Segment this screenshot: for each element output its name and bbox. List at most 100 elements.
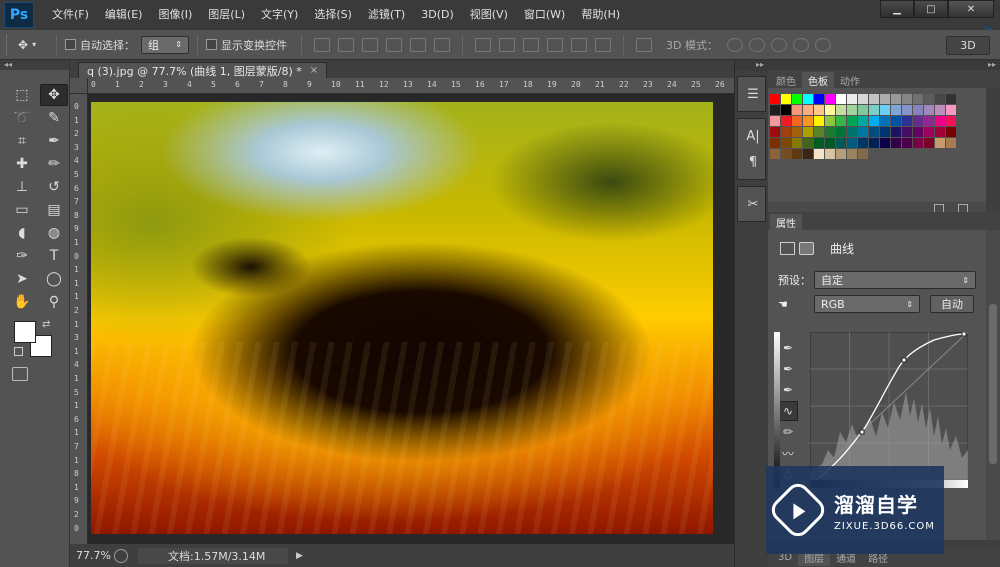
color-swatch[interactable] — [814, 105, 824, 115]
foreground-color[interactable] — [14, 321, 36, 343]
color-swatch[interactable] — [891, 105, 901, 115]
color-swatch[interactable] — [913, 127, 923, 137]
dodge-tool-icon[interactable]: ◍ — [40, 222, 68, 244]
color-swatch[interactable] — [847, 116, 857, 126]
brush-tool-icon[interactable]: ✏ — [40, 153, 68, 175]
color-swatch[interactable] — [836, 149, 846, 159]
color-swatch[interactable] — [847, 149, 857, 159]
auto-select-dropdown[interactable]: 组 ⇕ — [141, 35, 189, 54]
zoom-level[interactable]: 77.7% — [70, 549, 114, 562]
vertical-ruler[interactable]: 01234567891011121314151617181920 — [70, 94, 88, 544]
color-swatch[interactable] — [891, 127, 901, 137]
history-panel-icon[interactable]: ☰ — [738, 83, 768, 105]
hand-tool-icon[interactable]: ✋ — [8, 291, 36, 313]
color-swatch[interactable] — [869, 127, 879, 137]
menu-item[interactable]: 视图(V) — [462, 0, 516, 30]
color-swatch[interactable] — [803, 138, 813, 148]
crop-tool-icon[interactable]: ⌗ — [8, 130, 36, 152]
color-swatch[interactable] — [880, 127, 890, 137]
color-swatch[interactable] — [869, 138, 879, 148]
color-swatch[interactable] — [935, 94, 945, 104]
color-swatch[interactable] — [814, 149, 824, 159]
distribute-bottom-icon[interactable] — [523, 37, 539, 52]
gray-point-eyedropper-icon[interactable]: ✒ — [778, 359, 798, 379]
channel-dropdown[interactable]: RGB ⇕ — [814, 295, 920, 313]
color-swatch[interactable] — [869, 94, 879, 104]
distribute-top-icon[interactable] — [475, 37, 491, 52]
color-swatch[interactable] — [946, 116, 956, 126]
clone-stamp-tool-icon[interactable]: ⊥ — [8, 176, 36, 198]
type-tool-icon[interactable]: T — [40, 245, 68, 267]
maximize-button[interactable]: □ — [914, 0, 948, 18]
menu-item[interactable]: 编辑(E) — [97, 0, 151, 30]
tool-preset-picker[interactable]: ✥ ▾ — [18, 35, 48, 55]
smooth-curve-icon[interactable]: 〰 — [778, 443, 798, 463]
pen-tool-icon[interactable]: ✑ — [8, 245, 36, 267]
color-swatch[interactable] — [847, 127, 857, 137]
color-swatch[interactable] — [803, 116, 813, 126]
color-swatch[interactable] — [902, 105, 912, 115]
color-swatch[interactable] — [792, 138, 802, 148]
color-swatch[interactable] — [781, 138, 791, 148]
preset-dropdown[interactable]: 自定 ⇕ — [814, 271, 976, 289]
color-swatch[interactable] — [891, 138, 901, 148]
color-swatch[interactable] — [924, 138, 934, 148]
toolbox-collapse-button[interactable]: ◂◂ — [0, 60, 69, 70]
black-point-eyedropper-icon[interactable]: ✒ — [778, 338, 798, 358]
color-swatch[interactable] — [814, 138, 824, 148]
color-swatch[interactable] — [924, 94, 934, 104]
menu-item[interactable]: 图层(L) — [200, 0, 253, 30]
slide-3d-icon[interactable] — [792, 37, 809, 52]
curves-graph[interactable] — [809, 331, 969, 488]
color-swatch[interactable] — [814, 116, 824, 126]
menu-item[interactable]: 文件(F) — [44, 0, 97, 30]
color-swatch[interactable] — [880, 138, 890, 148]
auto-button[interactable]: 自动 — [930, 295, 974, 313]
color-swatch[interactable] — [836, 127, 846, 137]
auto-select-checkbox[interactable] — [65, 39, 76, 50]
white-point-eyedropper-icon[interactable]: ✒ — [778, 380, 798, 400]
color-swatch[interactable] — [836, 138, 846, 148]
tab-properties[interactable]: 属性 — [770, 214, 802, 230]
scrollbar-thumb[interactable] — [989, 304, 997, 464]
menu-item[interactable]: 3D(D) — [413, 0, 462, 30]
align-bottom-icon[interactable] — [362, 37, 378, 52]
color-swatch[interactable] — [792, 105, 802, 115]
color-swatch[interactable] — [913, 105, 923, 115]
menu-item[interactable]: 窗口(W) — [516, 0, 573, 30]
move-tool-icon[interactable]: ✥ — [40, 84, 68, 106]
color-swatch[interactable] — [858, 116, 868, 126]
color-swatch[interactable] — [902, 116, 912, 126]
gradient-tool-icon[interactable]: ▤ — [40, 199, 68, 221]
ellipse-tool-icon[interactable]: ◯ — [40, 268, 68, 290]
tool-presets-icon[interactable]: ✂ — [738, 193, 768, 215]
zoom-tool-icon[interactable]: ⚲ — [40, 291, 68, 313]
color-swatch[interactable] — [913, 138, 923, 148]
color-swatch[interactable] — [935, 127, 945, 137]
align-left-icon[interactable] — [386, 37, 402, 52]
color-swatch[interactable] — [803, 94, 813, 104]
default-colors-icon[interactable] — [14, 347, 23, 356]
color-swatch[interactable] — [792, 94, 802, 104]
eraser-tool-icon[interactable]: ▭ — [8, 199, 36, 221]
color-swatch[interactable] — [770, 94, 780, 104]
distribute-left-icon[interactable] — [547, 37, 563, 52]
color-swatch[interactable] — [770, 105, 780, 115]
color-swatch[interactable] — [935, 105, 945, 115]
curves-adjustment-icon[interactable] — [780, 242, 795, 255]
tab-swatch-panel[interactable]: 色板 — [802, 72, 834, 88]
color-swatch[interactable] — [770, 127, 780, 137]
color-swatch[interactable] — [825, 94, 835, 104]
history-brush-tool-icon[interactable]: ↺ — [40, 176, 68, 198]
menu-item[interactable]: 图像(I) — [150, 0, 200, 30]
ruler-origin[interactable] — [70, 78, 88, 94]
swap-colors-icon[interactable]: ⇄ — [42, 319, 50, 330]
color-swatch[interactable] — [902, 127, 912, 137]
color-swatch[interactable] — [924, 127, 934, 137]
color-swatch[interactable] — [891, 116, 901, 126]
curve-point-white[interactable] — [961, 331, 967, 337]
character-panel-icon[interactable]: A| — [738, 125, 768, 147]
status-info-icon[interactable] — [114, 548, 128, 563]
color-swatch[interactable] — [924, 105, 934, 115]
tab-swatch-panel[interactable]: 颜色 — [770, 72, 802, 88]
